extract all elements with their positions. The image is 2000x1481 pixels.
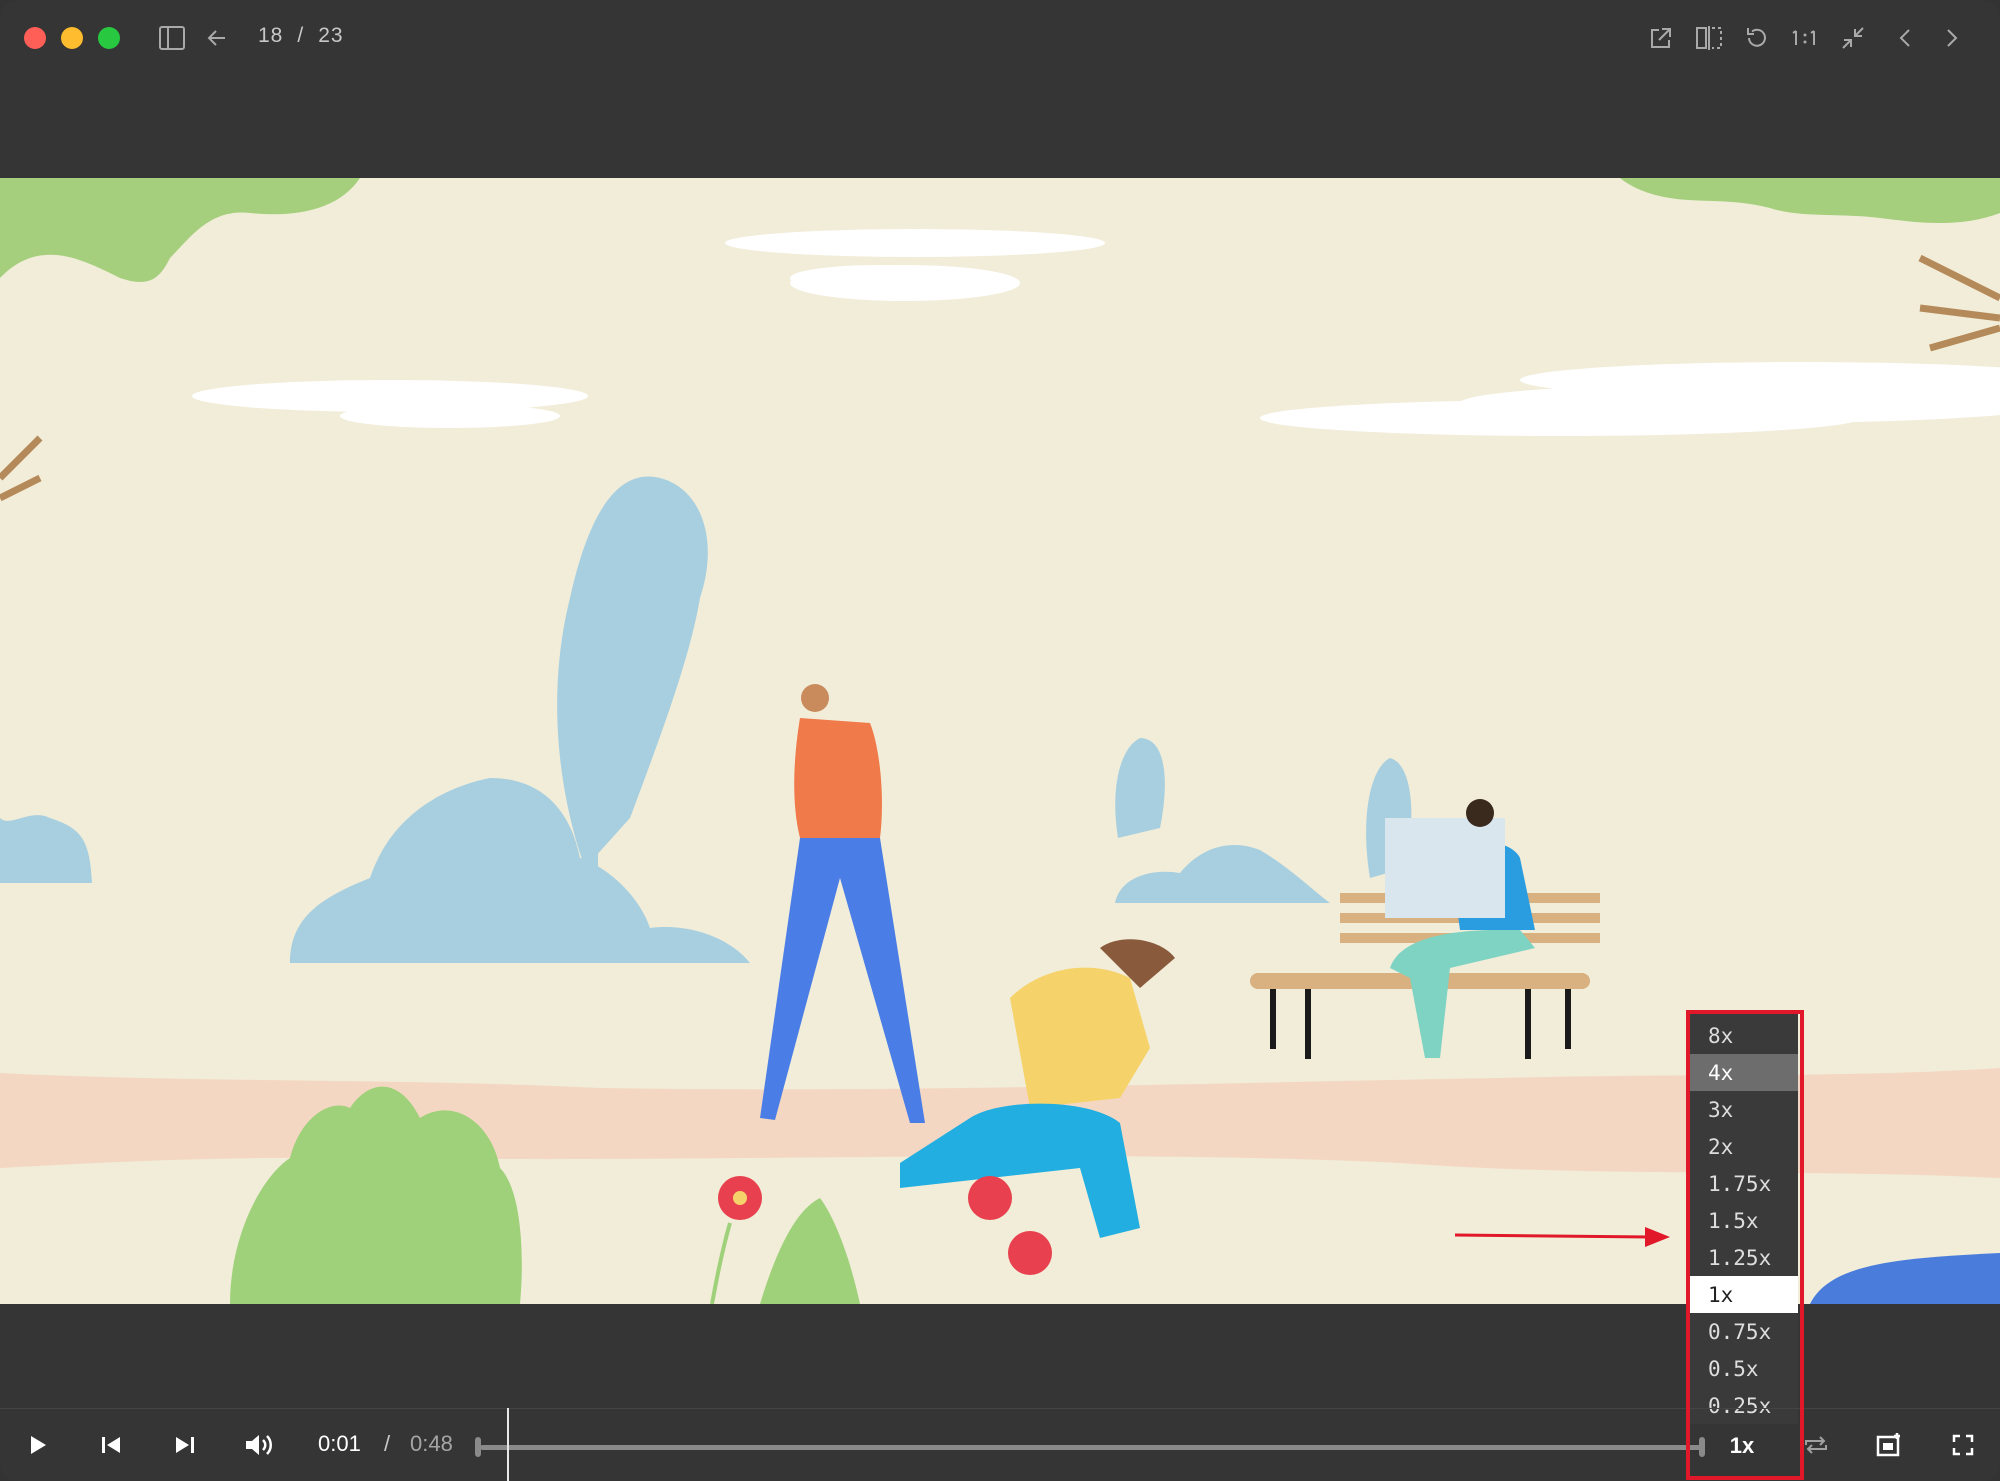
skip-forward-icon[interactable] <box>163 1423 207 1467</box>
playback-speed-button[interactable]: 1x <box>1690 1422 1794 1470</box>
back-arrow-icon[interactable] <box>201 22 233 54</box>
image-counter: 18 / 23 <box>258 24 344 48</box>
seek-bar[interactable] <box>480 1445 1702 1450</box>
rotate-icon[interactable] <box>1741 22 1773 54</box>
total-count: 23 <box>318 24 344 47</box>
volume-icon[interactable] <box>237 1423 281 1467</box>
duration-time: 0:48 <box>410 1431 453 1456</box>
play-icon[interactable] <box>16 1423 60 1467</box>
open-external-icon[interactable] <box>1645 22 1677 54</box>
skip-back-icon[interactable] <box>89 1423 133 1467</box>
speed-option-2x[interactable]: 2x <box>1690 1128 1798 1165</box>
sidebar-icon[interactable] <box>156 22 188 54</box>
seek-start-handle[interactable] <box>475 1437 481 1457</box>
speed-option-3x[interactable]: 3x <box>1690 1091 1798 1128</box>
previous-icon[interactable] <box>1889 22 1921 54</box>
speed-option-1x[interactable]: 1x <box>1690 1276 1798 1313</box>
current-index: 18 <box>258 24 284 47</box>
loop-icon[interactable] <box>1794 1423 1838 1467</box>
close-window-button[interactable] <box>24 27 46 49</box>
next-icon[interactable] <box>1936 22 1968 54</box>
picture-in-picture-icon[interactable] <box>1867 1423 1911 1467</box>
compare-icon[interactable] <box>1693 22 1725 54</box>
counter-separator: / <box>297 24 305 47</box>
viewer-window: 18 / 23 8x 4x 3x 2x 1.75x 1.5x 1.25x 1x … <box>0 0 2000 1481</box>
annotation-arrow-icon <box>1455 1227 1670 1247</box>
current-time: 0:01 <box>318 1431 361 1456</box>
speed-option-0-5x[interactable]: 0.5x <box>1690 1350 1798 1387</box>
speed-option-1-5x[interactable]: 1.5x <box>1690 1202 1798 1239</box>
speed-option-1-25x[interactable]: 1.25x <box>1690 1239 1798 1276</box>
actual-size-icon[interactable] <box>1789 22 1821 54</box>
speed-option-1-75x[interactable]: 1.75x <box>1690 1165 1798 1202</box>
shrink-icon[interactable] <box>1837 22 1869 54</box>
minimize-window-button[interactable] <box>61 27 83 49</box>
titlebar: 18 / 23 <box>0 0 2000 78</box>
fullscreen-icon[interactable] <box>1941 1423 1985 1467</box>
speed-option-8x[interactable]: 8x <box>1690 1017 1798 1054</box>
speed-option-0-75x[interactable]: 0.75x <box>1690 1313 1798 1350</box>
speed-option-4x[interactable]: 4x <box>1690 1054 1798 1091</box>
playback-speed-menu: 8x 4x 3x 2x 1.75x 1.5x 1.25x 1x 0.75x 0.… <box>1690 1014 1798 1424</box>
zoom-window-button[interactable] <box>98 27 120 49</box>
time-separator: / <box>384 1431 391 1456</box>
playhead-indicator <box>507 1408 509 1481</box>
